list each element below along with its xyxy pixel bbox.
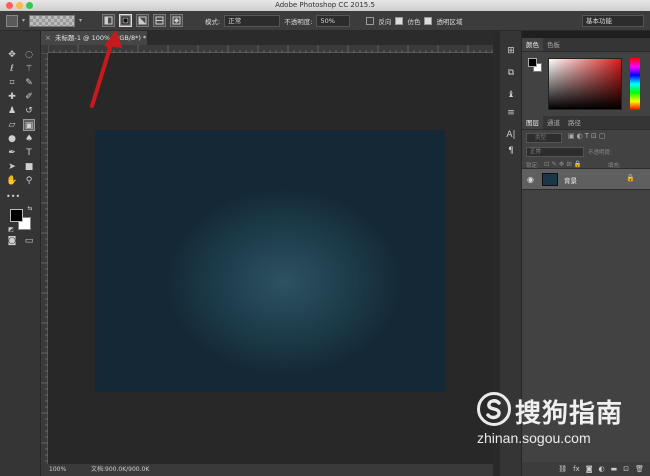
document-info[interactable]: 文档:900.0K/900.0K: [91, 464, 149, 476]
paths-tab[interactable]: 路径: [564, 116, 585, 129]
layers-tab[interactable]: 图层: [522, 116, 543, 129]
dither-checkbox[interactable]: [395, 16, 404, 25]
workspace-value: 基本功能: [586, 17, 612, 25]
watermark-url: zhinan.sogou.com: [477, 430, 591, 446]
sogou-logo-icon: [477, 392, 511, 426]
layer-name[interactable]: 背景: [564, 175, 577, 185]
lasso-icon[interactable]: ℓ: [6, 63, 18, 75]
lock-icon: 🔒: [626, 174, 635, 182]
angle-gradient-button[interactable]: [136, 14, 150, 27]
reverse-checkbox[interactable]: [366, 16, 375, 25]
status-bar: 100% 文档:900.0K/900.0K: [41, 464, 493, 476]
gradient-tool-preset-icon[interactable]: [6, 14, 18, 27]
blur-icon[interactable]: ●: [6, 133, 18, 145]
workspace-select[interactable]: 基本功能: [582, 15, 644, 27]
hand-icon[interactable]: ✋: [6, 175, 18, 187]
transparency-label: 透明区域: [436, 17, 463, 26]
window-title: Adobe Photoshop CC 2015.5: [275, 1, 375, 9]
stamp-icon[interactable]: ♟: [6, 105, 18, 117]
color-field[interactable]: [548, 58, 622, 110]
paragraph-panel-icon[interactable]: ¶: [505, 145, 517, 157]
layer-filter-select[interactable]: 类型: [526, 133, 562, 143]
dither-label: 仿色: [407, 17, 421, 26]
brush-icon[interactable]: ✐: [23, 91, 35, 103]
transparency-checkbox[interactable]: [424, 16, 433, 25]
reverse-label: 反向: [378, 17, 392, 26]
zoom-icon[interactable]: ⚲: [23, 175, 35, 187]
brush-panel-icon[interactable]: ♝: [505, 89, 517, 101]
blend-mode-select[interactable]: 正常: [526, 147, 584, 157]
layer-filter-label: 类型: [535, 135, 547, 141]
path-select-icon[interactable]: ➤: [6, 161, 18, 173]
vertical-ruler: [41, 52, 48, 464]
history-brush-icon[interactable]: ↺: [23, 105, 35, 117]
channels-tab[interactable]: 通道: [543, 116, 564, 129]
layer-thumbnail: [542, 173, 558, 186]
crop-icon[interactable]: ⌗: [6, 77, 18, 89]
reflected-gradient-button[interactable]: [153, 14, 167, 27]
shape-icon[interactable]: ■: [23, 161, 35, 173]
hue-slider[interactable]: [630, 58, 640, 110]
character-panel-icon[interactable]: A|: [505, 129, 517, 141]
foreground-color-swatch[interactable]: [10, 209, 23, 222]
history-panel-icon[interactable]: ⊞: [505, 45, 517, 57]
mode-label: 模式:: [205, 17, 221, 26]
close-window-icon[interactable]: [6, 2, 13, 9]
swatches-tab[interactable]: 色板: [543, 38, 564, 51]
eraser-icon[interactable]: ▱: [6, 119, 18, 131]
minimize-window-icon[interactable]: [16, 2, 23, 9]
color-panel: 颜色 色板: [522, 38, 650, 116]
document-canvas[interactable]: [95, 130, 445, 392]
color-tab[interactable]: 颜色: [522, 38, 543, 51]
lock-icons[interactable]: ⊡✎✥⊞🔒: [544, 160, 584, 168]
close-tab-icon[interactable]: ×: [45, 31, 51, 45]
annotation-arrow: [80, 24, 130, 114]
window-titlebar: Adobe Photoshop CC 2015.5: [0, 0, 650, 11]
layer-opacity-label: 不透明度:: [588, 150, 612, 156]
properties-panel-icon[interactable]: ⧉: [505, 67, 517, 79]
tools-panel: ✥ ◌ ℓ ⚚ ⌗ ✎ ✚ ✐ ♟ ↺ ▱ ▣ ● ♠ ✒ T ➤ ■ ✋ ⚲ …: [0, 31, 41, 476]
opacity-label: 不透明度:: [284, 17, 313, 26]
mode-value: 正常: [228, 16, 242, 25]
opacity-field[interactable]: 50%: [316, 14, 351, 27]
chevron-down-icon[interactable]: ▾: [79, 17, 82, 24]
healing-icon[interactable]: ✚: [6, 91, 18, 103]
visibility-eye-icon[interactable]: ◉: [527, 175, 534, 184]
chevron-down-icon[interactable]: ▾: [22, 17, 25, 24]
color-panel-swatches[interactable]: [528, 58, 542, 72]
opacity-value: 50%: [320, 16, 335, 25]
blend-mode-value: 正常: [530, 149, 542, 155]
dodge-icon[interactable]: ♠: [23, 133, 35, 145]
quick-mask-icon[interactable]: ◙: [6, 235, 18, 247]
diamond-gradient-button[interactable]: [170, 14, 184, 27]
watermark: 搜狗指南 zhinan.sogou.com: [469, 390, 650, 476]
pen-icon[interactable]: ✒: [6, 147, 18, 159]
type-icon[interactable]: T: [23, 147, 35, 159]
marquee-icon[interactable]: ◌: [23, 49, 35, 61]
zoom-window-icon[interactable]: [26, 2, 33, 9]
magic-wand-icon[interactable]: ⚚: [23, 63, 35, 75]
gradient-icon[interactable]: ▣: [23, 119, 35, 131]
layer-filter-icons[interactable]: ▣◐T⊡▢: [568, 132, 607, 140]
more-tools-icon[interactable]: •••: [6, 191, 20, 203]
mode-select[interactable]: 正常: [224, 14, 281, 27]
watermark-brand: 搜狗指南: [515, 399, 624, 429]
ruler-corner: [41, 45, 48, 53]
screen-mode-icon[interactable]: ▭: [23, 235, 35, 247]
move-icon[interactable]: ✥: [6, 49, 18, 61]
adjustments-panel-icon[interactable]: ≡: [505, 107, 517, 119]
zoom-level[interactable]: 100%: [49, 464, 66, 476]
eyedropper-icon[interactable]: ✎: [23, 77, 35, 89]
gradient-swatch[interactable]: [29, 14, 76, 27]
swap-colors-icon[interactable]: ⇆: [24, 203, 36, 215]
layer-row[interactable]: ◉ 背景 🔒: [522, 168, 650, 190]
